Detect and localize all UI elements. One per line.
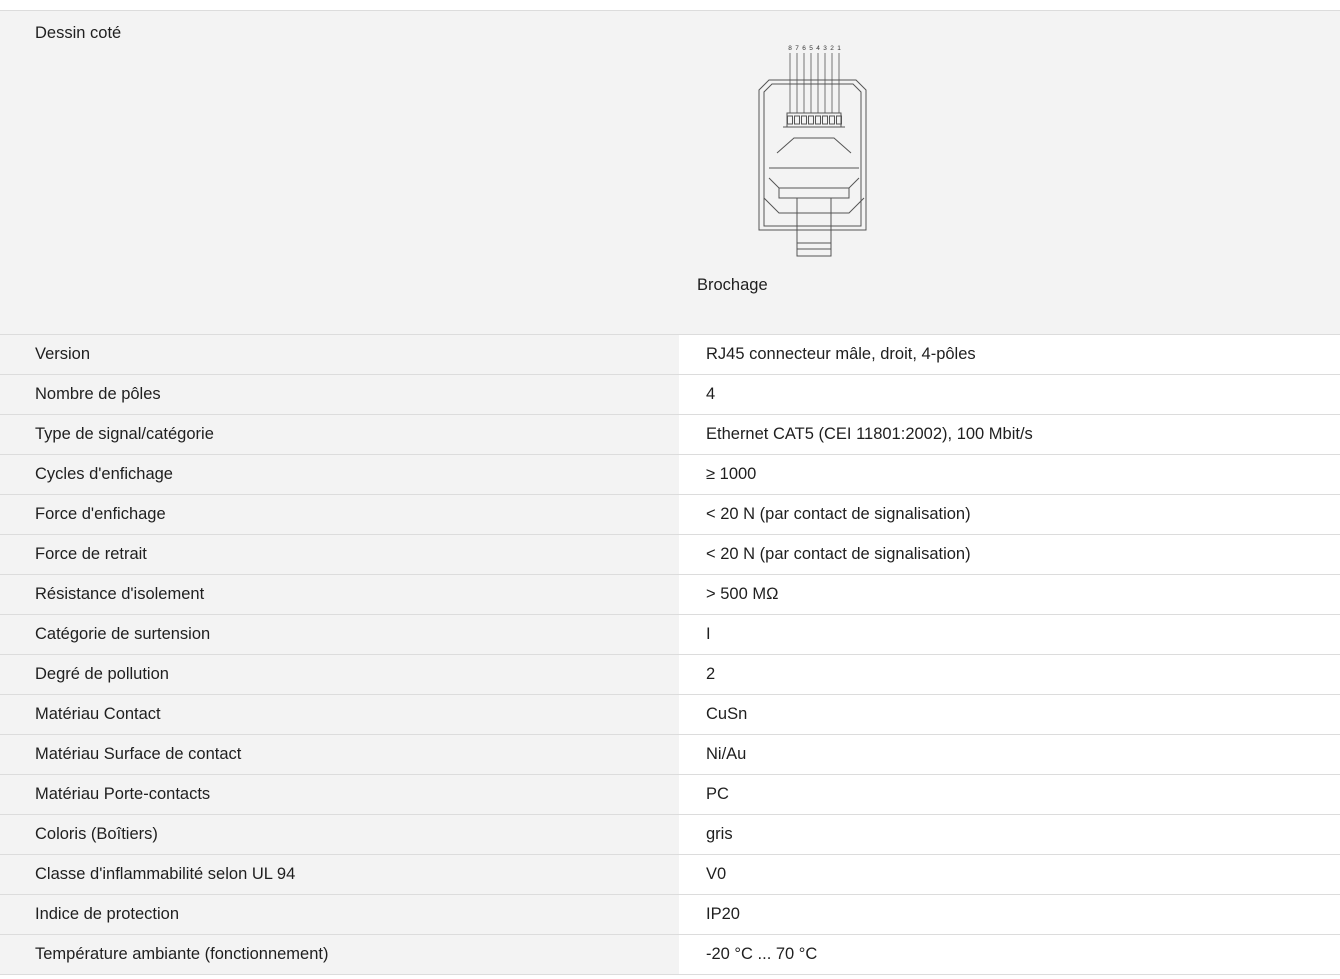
spec-value: RJ45 connecteur mâle, droit, 4-pôles: [679, 335, 1340, 374]
contact-slot: [801, 115, 807, 125]
pin-number-label: 4: [816, 45, 820, 52]
spec-row: Version RJ45 connecteur mâle, droit, 4-pô…: [0, 335, 1340, 375]
spec-value: Ni/Au: [679, 735, 1340, 774]
spec-label: Matériau Porte-contacts: [0, 775, 679, 814]
pin-number-label: 8: [788, 45, 792, 52]
spec-row: Matériau Surface de contact Ni/Au: [0, 735, 1340, 775]
spec-value: < 20 N (par contact de signalisation): [679, 495, 1340, 534]
pin-number-label: 5: [809, 45, 813, 52]
spec-label: Nombre de pôles: [0, 375, 679, 414]
spec-value: gris: [679, 815, 1340, 854]
drawing-label-text: Dessin coté: [35, 24, 122, 42]
spec-row: Matériau Porte-contacts PC: [0, 775, 1340, 815]
spec-row: Coloris (Boîtiers) gris: [0, 815, 1340, 855]
housing-bottom-bevel: [763, 197, 865, 214]
spec-row: Indice de protection IP20: [0, 895, 1340, 935]
pin-leads: [789, 53, 840, 113]
housing-inner-outline: [763, 83, 862, 227]
spec-label: Catégorie de surtension: [0, 615, 679, 654]
spec-value: 4: [679, 375, 1340, 414]
spec-label: Matériau Surface de contact: [0, 735, 679, 774]
pin-numbers: 87654321: [788, 45, 841, 52]
pin-number-label: 1: [837, 45, 841, 52]
spec-value: -20 °C ... 70 °C: [679, 935, 1340, 974]
latch-lower: [768, 177, 860, 189]
spec-value: Ethernet CAT5 (CEI 11801:2002), 100 Mbit…: [679, 415, 1340, 454]
spec-label: Force d'enfichage: [0, 495, 679, 534]
drawing-row: Dessin coté 87654321 Brochage: [0, 11, 1340, 335]
spec-label: Température ambiante (fonctionnement): [0, 935, 679, 974]
spec-label: Matériau Contact: [0, 695, 679, 734]
spec-value: ≥ 1000: [679, 455, 1340, 494]
drawing-cell: 87654321 Brochage: [679, 11, 1340, 334]
rj45-pinout-drawing: 87654321: [758, 45, 867, 257]
spec-row: Force de retrait < 20 N (par contact de s…: [0, 535, 1340, 575]
contact-slot: [794, 115, 800, 125]
spec-value: I: [679, 615, 1340, 654]
contact-slot: [787, 115, 793, 125]
contact-slot: [808, 115, 814, 125]
pin-number-label: 3: [823, 45, 827, 52]
spec-row: Température ambiante (fonctionnement) -20…: [0, 935, 1340, 975]
cable-tab: [796, 197, 832, 257]
spec-row: Force d'enfichage < 20 N (par contact de …: [0, 495, 1340, 535]
spec-row: Type de signal/catégorie Ethernet CAT5 (C…: [0, 415, 1340, 455]
spec-row: Classe d'inflammabilité selon UL 94 V0: [0, 855, 1340, 895]
housing-outline: [758, 79, 867, 231]
spec-row: Matériau Contact CuSn: [0, 695, 1340, 735]
spec-label: Version: [0, 335, 679, 374]
spec-row: Nombre de pôles 4: [0, 375, 1340, 415]
latch-top: [776, 137, 852, 154]
drawing-caption: Brochage: [697, 276, 768, 294]
spec-label: Résistance d'isolement: [0, 575, 679, 614]
drawing-label: Dessin coté: [0, 11, 679, 334]
spec-value: < 20 N (par contact de signalisation): [679, 535, 1340, 574]
spec-row: Résistance d'isolement > 500 MΩ: [0, 575, 1340, 615]
spec-label: Degré de pollution: [0, 655, 679, 694]
pin-number-label: 7: [795, 45, 799, 52]
contact-slot: [815, 115, 821, 125]
spec-value: CuSn: [679, 695, 1340, 734]
spec-value: > 500 MΩ: [679, 575, 1340, 614]
spec-row: Cycles d'enfichage ≥ 1000: [0, 455, 1340, 495]
spec-table: Dessin coté 87654321 Brochage Version RJ…: [0, 10, 1340, 975]
spec-label: Coloris (Boîtiers): [0, 815, 679, 854]
spec-label: Cycles d'enfichage: [0, 455, 679, 494]
contact-slots: [787, 115, 842, 125]
spec-label: Type de signal/catégorie: [0, 415, 679, 454]
spec-label: Force de retrait: [0, 535, 679, 574]
pin-number-label: 2: [830, 45, 834, 52]
contact-slot: [822, 115, 828, 125]
spec-value: PC: [679, 775, 1340, 814]
pin-number-label: 6: [802, 45, 806, 52]
spec-value: V0: [679, 855, 1340, 894]
spec-row: Degré de pollution 2: [0, 655, 1340, 695]
spec-rows: Version RJ45 connecteur mâle, droit, 4-pô…: [0, 335, 1340, 975]
spec-value: IP20: [679, 895, 1340, 934]
spec-label: Indice de protection: [0, 895, 679, 934]
contact-slot: [829, 115, 835, 125]
spec-label: Classe d'inflammabilité selon UL 94: [0, 855, 679, 894]
latch-body: [778, 187, 850, 199]
spec-value: 2: [679, 655, 1340, 694]
spec-row: Catégorie de surtension I: [0, 615, 1340, 655]
